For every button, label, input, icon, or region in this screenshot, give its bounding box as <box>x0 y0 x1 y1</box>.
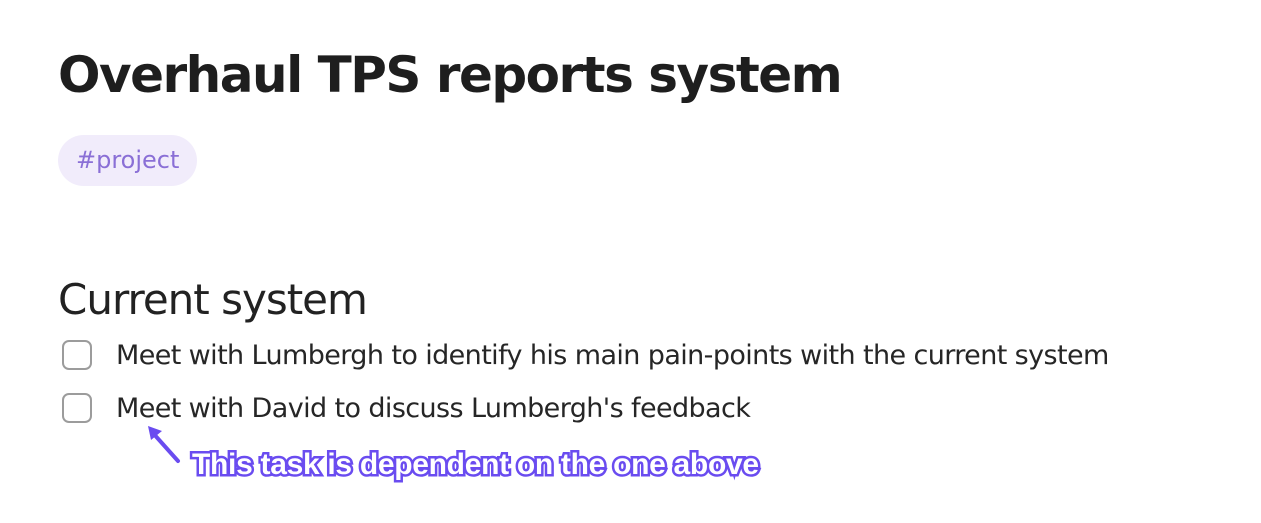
task-checkbox[interactable] <box>62 393 92 423</box>
project-tag[interactable]: #project <box>58 135 198 186</box>
arrow-up-left-icon <box>148 426 180 463</box>
section-heading: Current system <box>58 275 368 324</box>
task-item: Meet with Lumbergh to identify his main … <box>62 337 1109 373</box>
task-label[interactable]: Meet with David to discuss Lumbergh's fe… <box>116 393 751 424</box>
annotation-text: This task is dependent on the one above <box>190 446 762 484</box>
task-label[interactable]: Meet with Lumbergh to identify his main … <box>116 340 1109 371</box>
page-title: Overhaul TPS reports system <box>58 46 843 104</box>
task-checkbox[interactable] <box>62 340 92 370</box>
